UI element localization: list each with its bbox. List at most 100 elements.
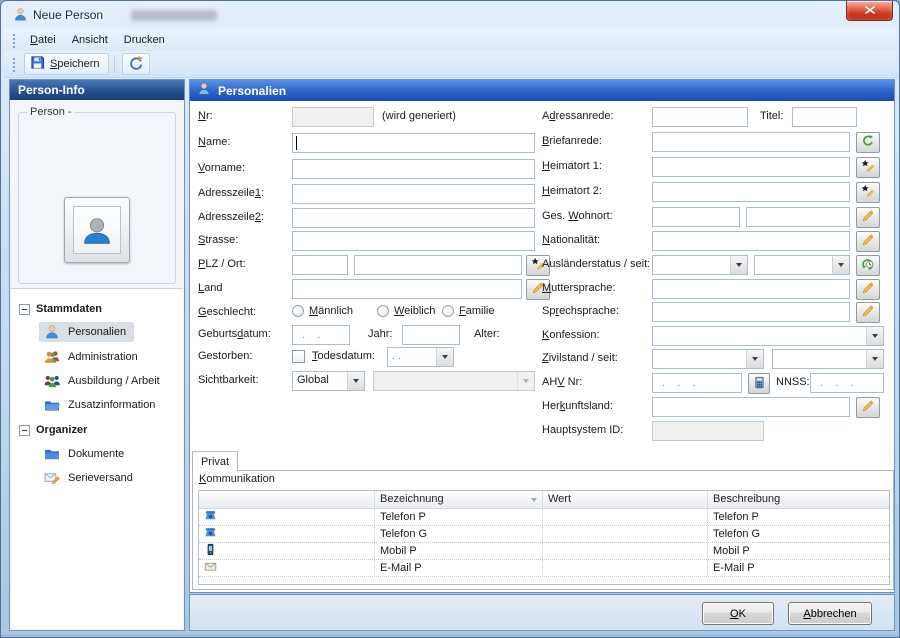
column-bezeichnung[interactable]: Bezeichnung: [375, 491, 543, 508]
nationalitaet-edit-button[interactable]: [856, 231, 880, 252]
muttersprache-edit-button[interactable]: [856, 279, 880, 300]
title-bar[interactable]: Neue Person: [1, 1, 899, 29]
tree-group-stammdaten[interactable]: Stammdaten: [11, 298, 183, 320]
close-button[interactable]: [846, 1, 893, 21]
refresh-button[interactable]: [122, 53, 150, 75]
privat-tab-page: Kommunikation Bezeichnung Wert Beschreib…: [192, 470, 894, 590]
cell-bezeichnung: Mobil P: [375, 543, 543, 559]
sidebar-item-label: Zusatzinformation: [68, 399, 155, 411]
ahv-calculator-button[interactable]: [748, 373, 770, 394]
photo-placeholder-button[interactable]: [64, 197, 130, 263]
collapse-icon[interactable]: [19, 425, 30, 436]
adressanrede-input[interactable]: [652, 107, 748, 127]
zivilstand-seit-select[interactable]: [772, 349, 884, 369]
heimatort1-lookup-button[interactable]: [856, 157, 880, 178]
herkunftsland-edit-button[interactable]: [856, 397, 880, 418]
sidebar-item-ausbildung[interactable]: Ausbildung / Arbeit: [11, 370, 183, 392]
hauptsystem-id-input: [652, 421, 764, 441]
person-icon: [13, 7, 28, 25]
titel-input[interactable]: [792, 107, 857, 127]
table-header: Bezeichnung Wert Beschreibung: [199, 491, 889, 509]
tree-group-organizer[interactable]: Organizer: [11, 419, 183, 441]
cell-wert: [543, 509, 708, 525]
gripper-icon[interactable]: [12, 33, 16, 48]
cell-beschreibung: Telefon P: [708, 509, 887, 525]
ges-wohnort-ort-input[interactable]: [746, 207, 850, 227]
mail-pencil-icon: [43, 470, 61, 486]
muttersprache-input[interactable]: [652, 279, 850, 299]
kommunikation-label: Kommunikation: [199, 473, 275, 485]
menu-datei[interactable]: Datei: [22, 31, 64, 49]
konfession-select[interactable]: [652, 326, 884, 346]
table-row[interactable]: Telefon G Telefon G: [199, 526, 889, 543]
ahv-input[interactable]: [652, 373, 742, 393]
zivilstand-select[interactable]: [652, 349, 764, 369]
column-beschreibung[interactable]: Beschreibung: [708, 491, 887, 508]
phone-icon: [204, 509, 217, 525]
sidebar-item-label: Serieversand: [68, 472, 133, 484]
people-group-icon: [43, 373, 61, 389]
table-row[interactable]: Mobil P Mobil P: [199, 543, 889, 560]
gripper-icon[interactable]: [12, 57, 16, 72]
ges-wohnort-plz-input[interactable]: [652, 207, 740, 227]
person-photo-box: Person -: [18, 112, 176, 284]
ahv-label: AHV Nr:: [542, 376, 582, 388]
redacted-text: [131, 10, 217, 21]
envelope-icon: [204, 560, 217, 576]
ges-wohnort-edit-button[interactable]: [856, 207, 880, 228]
sidebar-item-administration[interactable]: Administration: [11, 346, 183, 368]
heimatort2-lookup-button[interactable]: [856, 182, 880, 203]
konfession-label: Konfession:: [542, 329, 600, 341]
nationalitaet-label: Nationalität:: [542, 234, 600, 246]
cell-wert: [543, 560, 708, 576]
tree-group-label: Stammdaten: [36, 303, 102, 315]
nnss-input[interactable]: [810, 373, 884, 393]
herkunftsland-input[interactable]: [652, 397, 850, 417]
sprechsprache-edit-button[interactable]: [856, 302, 880, 323]
collapse-icon[interactable]: [19, 304, 30, 315]
pencil-icon: [861, 233, 875, 250]
sidebar-header: Person-Info: [10, 80, 184, 100]
sidebar-item-dokumente[interactable]: Dokumente: [11, 443, 183, 465]
save-button[interactable]: Speichern: [24, 53, 109, 75]
auslaenderstatus-seit-select[interactable]: [754, 255, 850, 275]
chevron-down-icon: [866, 350, 883, 368]
heimatort1-input[interactable]: [652, 157, 850, 177]
menu-ansicht[interactable]: Ansicht: [64, 31, 116, 49]
ok-button[interactable]: OK: [702, 602, 774, 625]
briefanrede-input[interactable]: [652, 132, 850, 152]
heimatort1-label: Heimatort 1:: [542, 160, 602, 172]
auslaenderstatus-label: Ausländerstatus / seit:: [542, 258, 650, 270]
toolbar: Speichern: [4, 51, 898, 78]
table-row[interactable]: Telefon P Telefon P: [199, 509, 889, 526]
zivilstand-label: Zivilstand / seit:: [542, 352, 618, 364]
heimatort2-input[interactable]: [652, 182, 850, 202]
sidebar-item-personalien[interactable]: Personalien: [11, 321, 183, 343]
table-row[interactable]: E-Mail P E-Mail P: [199, 560, 889, 577]
menu-bar: Datei Ansicht Drucken: [4, 29, 898, 51]
star-pencil-icon: [861, 159, 875, 176]
tab-privat[interactable]: Privat: [192, 451, 238, 471]
sidebar-item-serieversand[interactable]: Serieversand: [11, 467, 183, 489]
save-button-label: Speichern: [50, 58, 100, 70]
briefanrede-generate-button[interactable]: [856, 132, 880, 153]
main-header: Personalien: [190, 80, 894, 101]
pencil-icon: [861, 399, 875, 416]
column-wert[interactable]: Wert: [543, 491, 708, 508]
pencil-icon: [861, 304, 875, 321]
sidebar-item-zusatzinformation[interactable]: Zusatzinformation: [11, 394, 183, 416]
nnss-label: NNSS:: [776, 376, 810, 388]
auslaenderstatus-select[interactable]: [652, 255, 748, 275]
column-icon-header[interactable]: [199, 491, 375, 508]
auslaenderstatus-history-button[interactable]: [856, 255, 880, 276]
cancel-button[interactable]: Abbrechen: [788, 602, 872, 625]
sidebar-item-label: Administration: [68, 351, 138, 363]
cell-bezeichnung: Telefon G: [375, 526, 543, 542]
sprechsprache-input[interactable]: [652, 302, 850, 322]
sidebar-tree: Stammdaten Personalien Administration: [11, 288, 183, 629]
chevron-down-icon: [730, 256, 747, 274]
phone-icon: [204, 526, 217, 542]
cell-wert: [543, 543, 708, 559]
nationalitaet-input[interactable]: [652, 231, 850, 251]
menu-drucken[interactable]: Drucken: [116, 31, 173, 49]
